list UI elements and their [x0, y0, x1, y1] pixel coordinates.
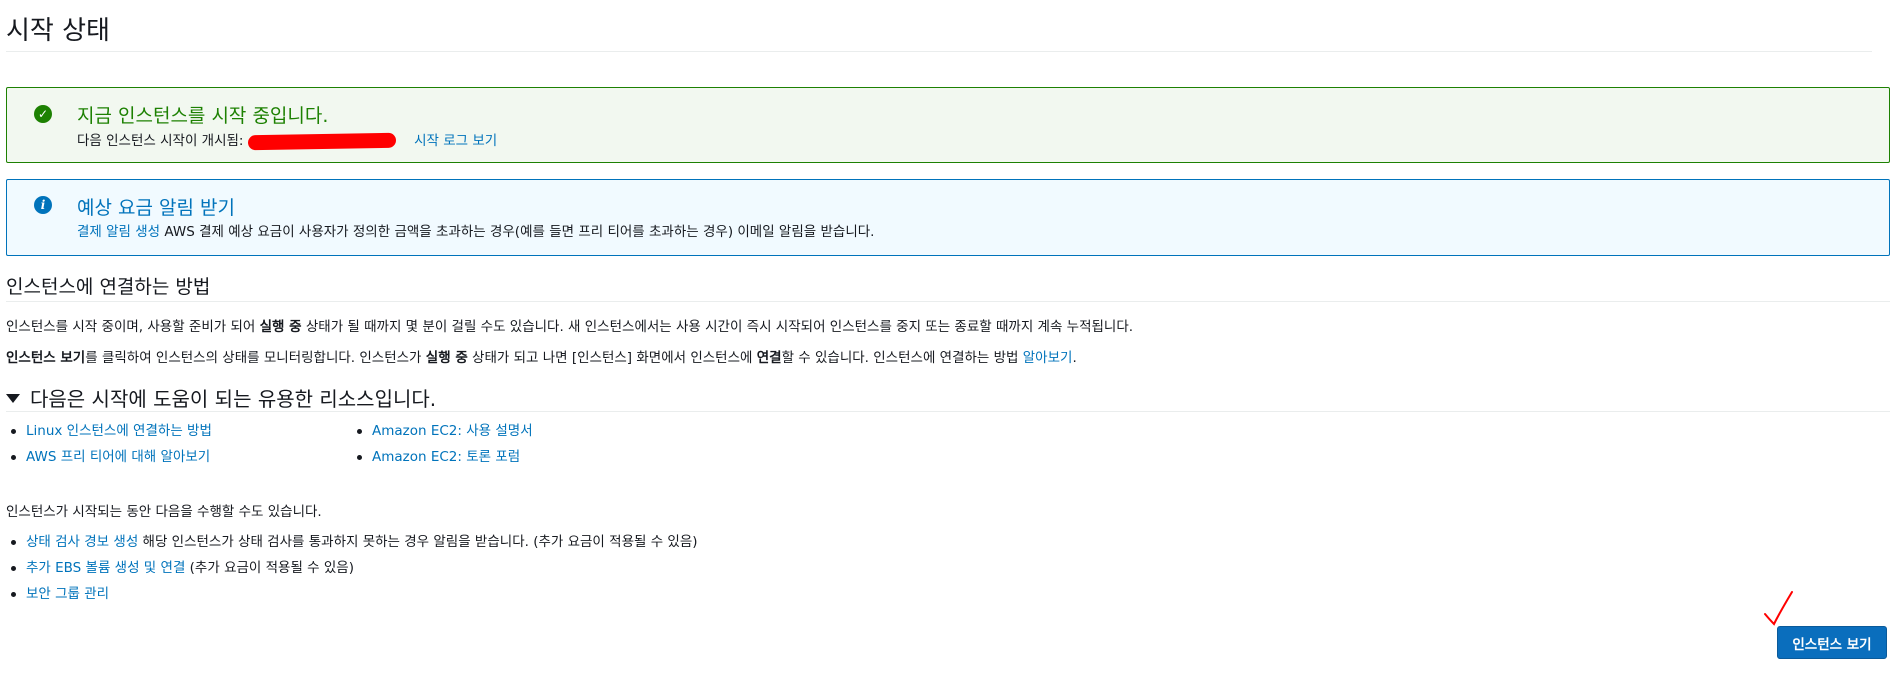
success-alert-title: 지금 인스턴스를 시작 중입니다. [77, 105, 329, 127]
para2-text-c: 할 수 있습니다. 인스턴스에 연결하는 방법 [781, 350, 1023, 366]
ec2-forum-link[interactable]: Amazon EC2: 토론 포럼 [372, 449, 520, 465]
para2-text-a: 를 클릭하여 인스턴스의 상태를 모니터링합니다. 인스턴스가 [85, 350, 426, 366]
para1-bold-running: 실행 중 [259, 319, 302, 335]
while-launching-list: 상태 검사 경보 생성 해당 인스턴스가 상태 검사를 통과하지 못하는 경우 … [6, 532, 698, 610]
info-circle-icon: i [34, 196, 52, 214]
list-item-text: (추가 요금이 적용될 수 있음) [185, 560, 354, 576]
connect-section-title: 인스턴스에 연결하는 방법 [6, 276, 211, 298]
info-alert-text: AWS 결제 예상 요금이 사용자가 정의한 금액을 초과하는 경우(예를 들면… [160, 224, 875, 240]
para2-bold-connect: 연결 [756, 350, 782, 366]
manage-security-groups-link[interactable]: 보안 그룹 관리 [26, 586, 109, 602]
info-alert-body: 결제 알림 생성 AWS 결제 예상 요금이 사용자가 정의한 금액을 초과하는… [77, 220, 874, 240]
launch-success-alert: ✓ 지금 인스턴스를 시작 중입니다. 다음 인스턴스 시작이 개시됨: 시작 … [6, 87, 1890, 163]
view-launch-log-link[interactable]: 시작 로그 보기 [414, 133, 497, 149]
list-item: Amazon EC2: 사용 설명서 [352, 421, 533, 447]
resources-title: 다음은 시작에 도움이 되는 유용한 리소스입니다. [30, 387, 437, 411]
page-title: 시작 상태 [6, 16, 110, 46]
connect-para-1: 인스턴스를 시작 중이며, 사용할 준비가 되어 실행 중 상태가 될 때까지 … [6, 315, 1133, 335]
para2-text-d: . [1072, 350, 1077, 366]
create-health-alarm-link[interactable]: 상태 검사 경보 생성 [26, 534, 138, 550]
connect-section-divider [6, 301, 1890, 302]
para2-bold-running: 실행 중 [425, 350, 468, 366]
connect-para-2: 인스턴스 보기를 클릭하여 인스턴스의 상태를 모니터링합니다. 인스턴스가 실… [6, 346, 1077, 366]
success-alert-body: 다음 인스턴스 시작이 개시됨: 시작 로그 보기 [77, 129, 497, 150]
title-divider [6, 51, 1872, 52]
learn-more-link[interactable]: 알아보기 [1023, 350, 1073, 366]
info-alert-title: 예상 요금 알림 받기 [77, 197, 235, 219]
para1-text-a: 인스턴스를 시작 중이며, 사용할 준비가 되어 [6, 319, 260, 335]
launch-initiated-label: 다음 인스턴스 시작이 개시됨: [77, 133, 244, 149]
linux-connect-link[interactable]: Linux 인스턴스에 연결하는 방법 [26, 423, 212, 439]
ec2-user-guide-link[interactable]: Amazon EC2: 사용 설명서 [372, 423, 533, 439]
resources-divider [6, 411, 1890, 412]
free-tier-link[interactable]: AWS 프리 티어에 대해 알아보기 [26, 449, 210, 465]
list-item: 상태 검사 경보 생성 해당 인스턴스가 상태 검사를 통과하지 못하는 경우 … [6, 532, 698, 558]
list-item: 보안 그룹 관리 [6, 584, 698, 610]
para2-text-b: 상태가 되고 나면 [인스턴스] 화면에서 인스턴스에 [467, 350, 757, 366]
red-check-annotation [1764, 591, 1793, 626]
resources-list-right: Amazon EC2: 사용 설명서 Amazon EC2: 토론 포럼 [352, 421, 533, 473]
caret-down-icon [6, 394, 20, 403]
para2-bold-view-instances: 인스턴스 보기 [6, 350, 86, 366]
create-billing-alert-link[interactable]: 결제 알림 생성 [77, 224, 160, 240]
list-item-text: 해당 인스턴스가 상태 검사를 통과하지 못하는 경우 알림을 받습니다. (추… [138, 534, 698, 550]
while-launching-intro: 인스턴스가 시작되는 동안 다음을 수행할 수도 있습니다. [6, 504, 322, 520]
list-item: 추가 EBS 볼륨 생성 및 연결 (추가 요금이 적용될 수 있음) [6, 558, 698, 584]
view-instances-button[interactable]: 인스턴스 보기 [1777, 626, 1887, 659]
para1-text-b: 상태가 될 때까지 몇 분이 걸릴 수도 있습니다. 새 인스턴스에서는 사용 … [301, 319, 1134, 335]
list-item: AWS 프리 티어에 대해 알아보기 [6, 447, 212, 473]
resources-expander[interactable]: 다음은 시작에 도움이 되는 유용한 리소스입니다. [6, 383, 436, 412]
list-item: Amazon EC2: 토론 포럼 [352, 447, 533, 473]
list-item: Linux 인스턴스에 연결하는 방법 [6, 421, 212, 447]
check-circle-icon: ✓ [34, 105, 52, 123]
resources-list-left: Linux 인스턴스에 연결하는 방법 AWS 프리 티어에 대해 알아보기 [6, 421, 212, 473]
create-ebs-volume-link[interactable]: 추가 EBS 볼륨 생성 및 연결 [26, 560, 185, 576]
redacted-instance-id [247, 132, 396, 150]
billing-alert-info: i 예상 요금 알림 받기 결제 알림 생성 AWS 결제 예상 요금이 사용자… [6, 179, 1890, 256]
